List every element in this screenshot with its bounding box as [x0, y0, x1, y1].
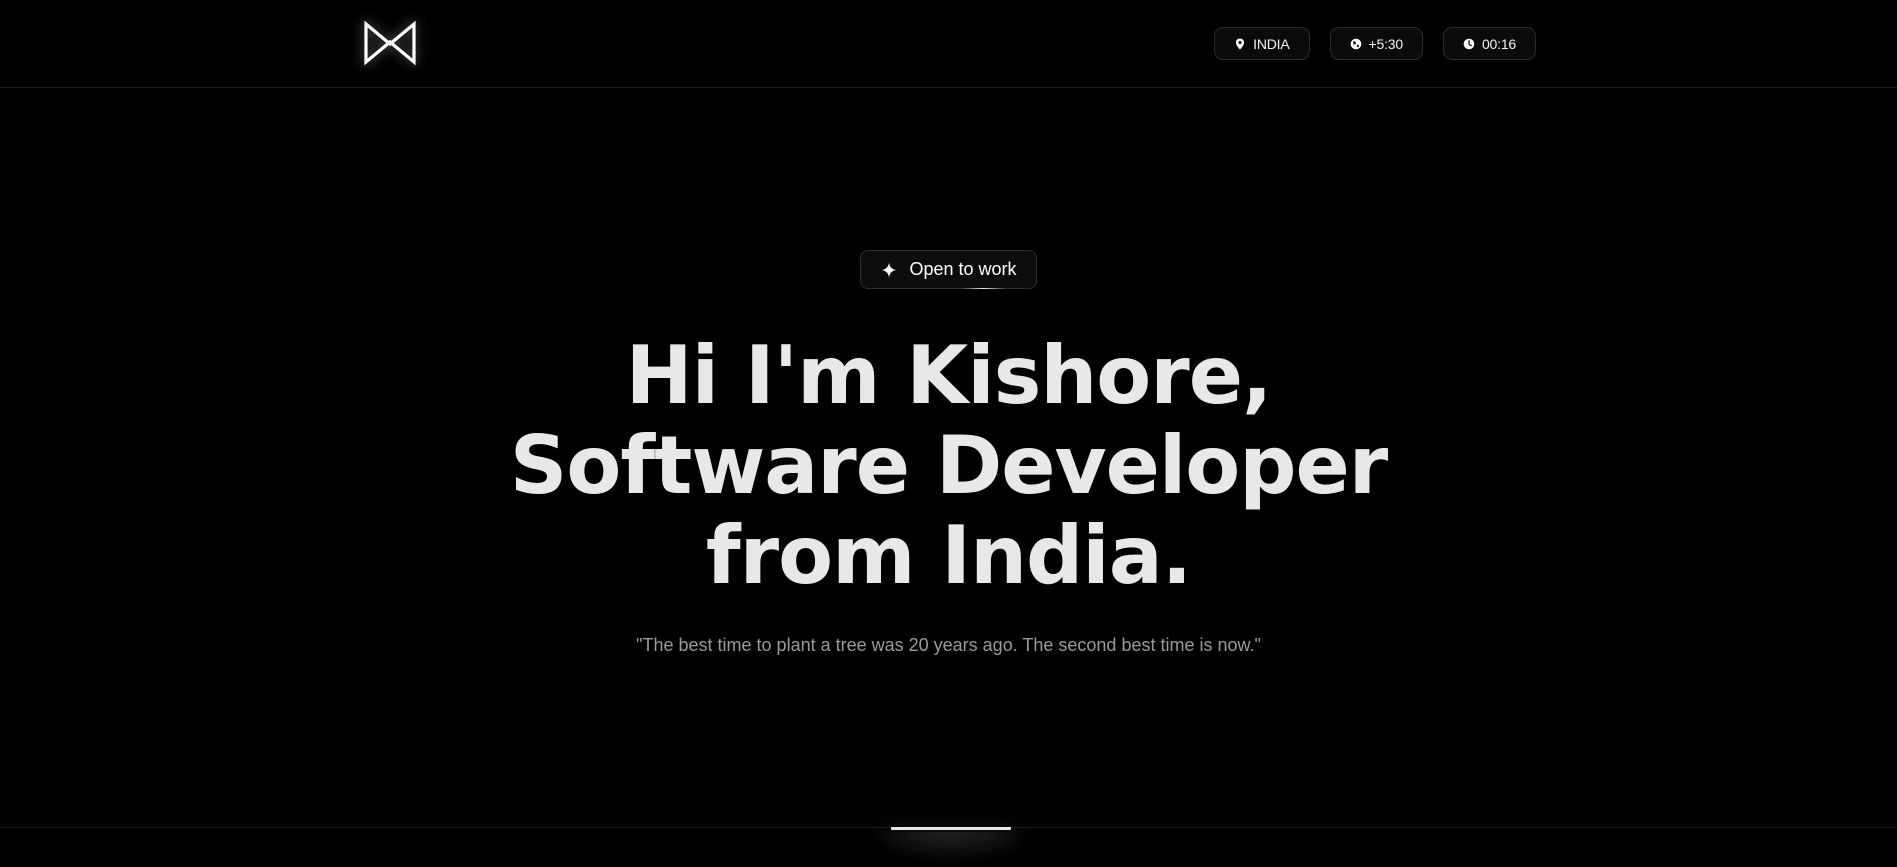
mk-monogram-icon[interactable] [363, 20, 417, 66]
globe-icon [1350, 38, 1361, 49]
top-header: INDIA +5:30 00:16 [0, 0, 1897, 88]
timezone-label: +5:30 [1368, 35, 1404, 52]
time-chip: 00:16 [1442, 27, 1536, 60]
hero-quote: "The best time to plant a tree was 20 ye… [636, 635, 1261, 655]
headline-line-2: Software Developer [509, 419, 1389, 512]
open-to-work-badge[interactable]: Open to work [860, 250, 1037, 289]
scroll-indicator[interactable] [891, 827, 1011, 830]
headline-line-1: Hi I'm Kishore, [625, 329, 1273, 422]
badge-label: Open to work [909, 259, 1017, 279]
header-info-chips: INDIA +5:30 00:16 [1214, 27, 1536, 60]
location-pin-icon [1236, 38, 1245, 49]
hero-section: Open to work Hi I'm Kishore, Software De… [0, 250, 1897, 656]
sparkle-icon [881, 262, 897, 277]
clock-icon [1463, 38, 1475, 49]
page: INDIA +5:30 00:16 Open to work Hi I'm Ki… [0, 0, 1897, 867]
headline-line-3: from India. [705, 509, 1192, 602]
location-chip: INDIA [1214, 27, 1310, 60]
scroll-glow [871, 832, 1031, 867]
time-label: 00:16 [1481, 35, 1516, 52]
timezone-chip: +5:30 [1329, 27, 1423, 60]
hero-headline: Hi I'm Kishore, Software Developer from … [509, 329, 1389, 602]
location-label: INDIA [1253, 35, 1290, 52]
